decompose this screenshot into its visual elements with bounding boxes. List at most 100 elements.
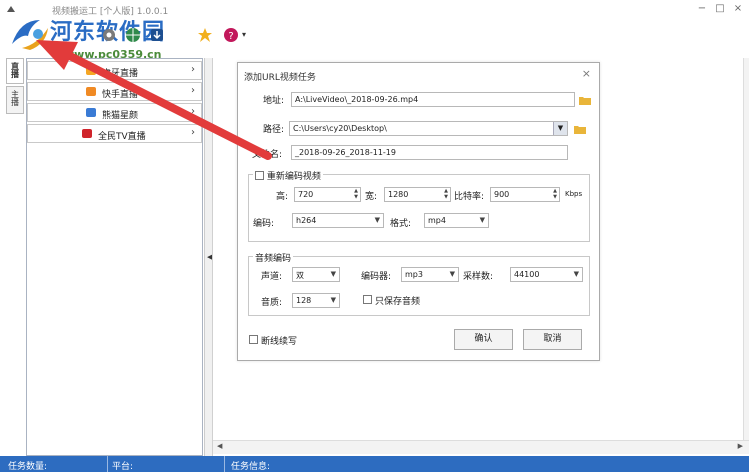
reencode-checkbox[interactable] [255, 171, 264, 180]
codec-value: h264 [296, 216, 317, 225]
status-divider [107, 456, 108, 472]
cancel-button[interactable]: 取消 [523, 329, 582, 350]
scroll-left-icon[interactable]: ◀ [217, 442, 222, 450]
panda-icon [86, 108, 96, 117]
tab-live-label: 直播 [10, 62, 20, 78]
bitrate-spinner[interactable]: 900 ▲ ▼ [490, 187, 560, 202]
quality-label: 音质: [261, 298, 283, 308]
quality-select[interactable]: 128 ▼ [292, 293, 340, 308]
settings-icon[interactable] [100, 26, 118, 44]
codec-label: 编码: [253, 219, 275, 229]
ok-button[interactable]: 确认 [454, 329, 513, 350]
encoder-select[interactable]: mp3 ▼ [401, 267, 459, 282]
encoder-label: 编码器: [361, 272, 392, 282]
width-spinner[interactable]: 1280 ▲ ▼ [384, 187, 451, 202]
watermark-logo-icon [12, 20, 48, 50]
task-info-label: 任务信息: [231, 462, 271, 472]
audio-group: 音频编码 声道: 双 ▼ 编码器: mp3 ▼ 采样数: 44100 ▼ 音质: 12… [248, 251, 590, 316]
star-icon[interactable] [196, 26, 214, 44]
app-window: 视频搬运工 [个人版] 1.0.0.1 − □ × 河东软件园 www.pc03… [0, 0, 749, 472]
folder-open-icon[interactable] [579, 95, 591, 105]
height-spinner[interactable]: 720 ▲ ▼ [294, 187, 361, 202]
chevron-right-icon: › [191, 127, 195, 138]
height-value: 720 [298, 190, 314, 199]
platform-item-huya[interactable]: 虎牙直播 › [27, 61, 202, 80]
channel-value: 双 [296, 271, 304, 280]
chevron-down-icon: ▼ [330, 270, 336, 278]
minimize-button[interactable]: − [694, 3, 710, 17]
audio-group-label: 音频编码 [253, 251, 294, 264]
platform-label: 熊猫星颜 [102, 111, 139, 121]
platform-list: 虎牙直播 › 快手直播 › 熊猫星颜 › 全民TV直播 › [26, 58, 203, 456]
scroll-right-icon[interactable]: ▶ [738, 442, 743, 450]
help-dropdown-icon[interactable]: ▾ [242, 30, 246, 39]
format-select[interactable]: mp4 ▼ [424, 213, 489, 228]
spin-arrows-icon[interactable]: ▲ ▼ [444, 188, 448, 200]
width-label: 宽: [365, 192, 378, 202]
format-value: mp4 [428, 216, 446, 225]
reencode-toggle[interactable]: 重新编码视频 [253, 169, 323, 182]
bitrate-value: 900 [494, 190, 510, 199]
platform-label: 快手直播 [102, 90, 139, 100]
task-count-label: 任务数量: [8, 462, 48, 472]
chevron-down-icon[interactable]: ▼ [553, 122, 567, 135]
chevron-down-icon: ▼ [374, 216, 380, 224]
download-icon[interactable] [148, 26, 166, 44]
height-label: 高: [276, 192, 289, 202]
tab-streamer[interactable]: 主播 [6, 86, 24, 114]
resume-checkbox[interactable] [249, 335, 258, 344]
samplerate-value: 44100 [514, 270, 540, 279]
horizontal-scrollbar[interactable]: ◀ ▶ [213, 440, 749, 454]
tab-streamer-label: 主播 [10, 90, 20, 106]
path-select[interactable]: C:\Users\cy20\Desktop\ ▼ [289, 121, 568, 136]
vertical-scrollbar[interactable] [743, 58, 749, 440]
address-input[interactable]: A:\LiveVideo\_2018-09-26.mp4 [291, 92, 575, 107]
audio-only-label: 只保存音频 [375, 297, 421, 307]
panel-splitter[interactable]: ◀ [204, 58, 212, 456]
encoder-value: mp3 [405, 270, 423, 279]
channel-select[interactable]: 双 ▼ [292, 267, 340, 282]
resume-label: 断线续写 [261, 337, 298, 347]
svg-text:?: ? [228, 31, 233, 42]
spin-arrows-icon[interactable]: ▲ ▼ [354, 188, 358, 200]
chevron-down-icon: ▼ [573, 270, 579, 278]
platform-item-kuaishou[interactable]: 快手直播 › [27, 82, 202, 101]
platform-item-panda[interactable]: 熊猫星颜 › [27, 103, 202, 122]
chevron-right-icon: › [191, 85, 195, 96]
status-divider [224, 456, 225, 472]
kuaishou-icon [86, 87, 96, 96]
folder-icon[interactable] [574, 124, 586, 134]
globe-icon[interactable] [124, 26, 142, 44]
platform-status-label: 平台: [112, 462, 134, 472]
chevron-down-icon: ▼ [479, 216, 485, 224]
path-label: 路径: [263, 125, 285, 135]
codec-select[interactable]: h264 ▼ [292, 213, 384, 228]
app-icon [7, 6, 15, 12]
chevron-down-icon: ▼ [449, 270, 455, 278]
reencode-label: 重新编码视频 [266, 172, 321, 182]
spin-arrows-icon[interactable]: ▲ ▼ [553, 188, 557, 200]
platform-label: 全民TV直播 [98, 132, 146, 142]
platform-item-quanmin[interactable]: 全民TV直播 › [27, 124, 202, 143]
filename-label: 文件名: [252, 150, 283, 160]
path-value: C:\Users\cy20\Desktop\ [293, 124, 387, 133]
status-bar: 任务数量: 平台: 任务信息: [0, 456, 749, 472]
huya-icon [86, 66, 96, 75]
platform-label: 虎牙直播 [102, 69, 139, 79]
filename-input[interactable]: _2018-09-26_2018-11-19 [291, 145, 568, 160]
samplerate-select[interactable]: 44100 ▼ [510, 267, 583, 282]
dialog-close-icon[interactable]: × [582, 67, 591, 80]
chevron-right-icon: › [191, 64, 195, 75]
chevron-down-icon: ▼ [330, 296, 336, 304]
close-button[interactable]: × [730, 3, 746, 17]
tab-live[interactable]: 直播 [6, 58, 24, 84]
channel-label: 声道: [261, 272, 283, 282]
help-icon[interactable]: ? [222, 26, 240, 44]
width-value: 1280 [388, 190, 409, 199]
side-tabs: 直播 主播 [6, 58, 26, 118]
format-label: 格式: [390, 219, 412, 229]
bitrate-label: 比特率: [454, 192, 485, 202]
bitrate-unit: Kbps [565, 190, 583, 198]
maximize-button[interactable]: □ [712, 3, 728, 17]
audio-only-checkbox[interactable] [363, 295, 372, 304]
